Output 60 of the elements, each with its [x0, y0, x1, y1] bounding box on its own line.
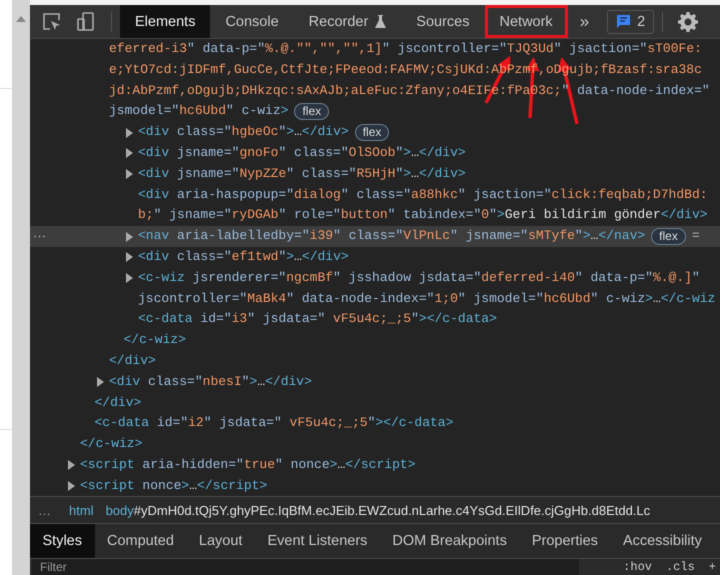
code-line: </c-wiz> [124, 331, 186, 350]
code-line: <div class="hgbeOc">…</div> [138, 123, 349, 142]
code-line: </c-wiz> [80, 435, 142, 454]
panel-tab[interactable]: Sources [401, 5, 484, 38]
sidebar-tab[interactable]: Computed [94, 524, 186, 558]
row-menu[interactable]: ··· [33, 226, 46, 247]
sidebar-tab[interactable]: Event Listeners [254, 524, 380, 558]
selected-row[interactable]: ··· <nav aria-labelledby="i39" class="VlPnLc" jsname="sMTyfe">…</nav> flex = [30, 226, 720, 247]
code-line: <div class="nbesI">…</div> [109, 372, 312, 391]
panel-tab[interactable]: Console [210, 5, 294, 38]
code-line: jscontroller="MaBk4" data-node-index="1;0" jsmodel="hc6Ubd" c-wiz>…</c-wiz [138, 290, 716, 308]
expand-icon[interactable] [126, 232, 133, 242]
toolbar-button[interactable]: .cls [666, 559, 695, 575]
sidebar-tab[interactable]: DOM Breakpoints [380, 524, 520, 558]
code-line: <nav aria-labelledby="i39" class="VlPnLc" jsname="sMTyfe">…</nav> [138, 227, 646, 246]
toolbar-button[interactable]: + [708, 559, 716, 575]
filter-field[interactable]: Filter [32, 559, 580, 575]
flex-badge[interactable]: flex [354, 124, 390, 142]
code-line: <div jsname="NypZZe" class="R5HjH">…</div> [138, 164, 466, 183]
code-line: b;" jsname="ryDGAb" role="button" tabindex="0">Geri bildirim gönder</div> [138, 206, 708, 224]
code-line: jsmodel="hc6Ubd" c-wiz> [109, 102, 288, 120]
flex-badge[interactable]: flex [651, 228, 686, 246]
code-line: <c-wiz jsrenderer="ngcmBf" jsshadow jsdata="deferred-i40" data-p="%.@.]" [138, 268, 700, 287]
code-line: </div> [94, 394, 142, 412]
code-line: <c-data id="i3" jsdata=" vF5u4c;_;5"></c-data> [138, 310, 497, 328]
expand-icon[interactable] [126, 128, 133, 138]
breadcrumb-item[interactable]: body#yDmH0d.tQj5Y.ghyPEc.IqBfM.ecJEib.EWZcud.nLarhe.c4YsGd.EIlDfe.cjGgHb.d8Etdd.Lc [100, 502, 656, 518]
breadcrumb-item[interactable]: html [63, 502, 100, 518]
breadcrumb-overflow[interactable]: … [30, 502, 63, 518]
code-line: eferred-i3" data-p="%.@."","","",1]" jscontroller="TJQ3Ud" jsaction="sT00Fe: [109, 40, 702, 58]
issues-button[interactable]: 2 [607, 10, 654, 34]
expand-icon[interactable] [126, 252, 133, 262]
toolbar-button[interactable]: :hov [623, 559, 652, 575]
code-line: </div> [109, 352, 156, 370]
panel-tab[interactable]: Elements [120, 5, 210, 38]
code-line: <div jsname="gnoFo" class="OlSOob">…</div> [138, 144, 466, 162]
code-line: <div class="ef1twd">…</div> [138, 248, 349, 266]
expand-icon[interactable] [126, 169, 133, 180]
settings-icon[interactable] [678, 12, 698, 32]
code-line: <c-data id="i2" jsdata=" vF5u4c;_;5"></c-data> [94, 414, 454, 432]
flask-icon [375, 15, 386, 28]
more-tabs-button[interactable]: » [568, 5, 602, 38]
code-line: <script nonce>…</script> [80, 476, 268, 495]
code-line: <script aria-hidden="true" nonce>…</script> [80, 456, 416, 474]
sidebar-tab[interactable]: Styles [30, 524, 94, 558]
sidebar-tab[interactable]: Accessibility [610, 524, 714, 558]
code-line: <div aria-haspopup="dialog" class="a88hkc" jsaction="click:feqbab;D7hdBd: [138, 186, 708, 204]
expand-icon[interactable] [126, 273, 133, 284]
sidebar-tab[interactable]: Layout [186, 524, 255, 558]
panel-tab[interactable]: Recorder [294, 5, 402, 38]
flex-badge[interactable]: flex [294, 103, 330, 120]
chat-icon [616, 14, 632, 29]
panel-tab[interactable]: Network [484, 5, 568, 38]
expand-icon[interactable] [68, 460, 75, 470]
device-toolbar-icon[interactable] [76, 12, 96, 32]
sidebar-tab[interactable]: Properties [519, 524, 610, 558]
expand-icon[interactable] [97, 377, 104, 388]
inspect-icon[interactable] [42, 12, 62, 32]
code-line: = [692, 227, 700, 246]
expand-icon[interactable] [126, 148, 133, 158]
